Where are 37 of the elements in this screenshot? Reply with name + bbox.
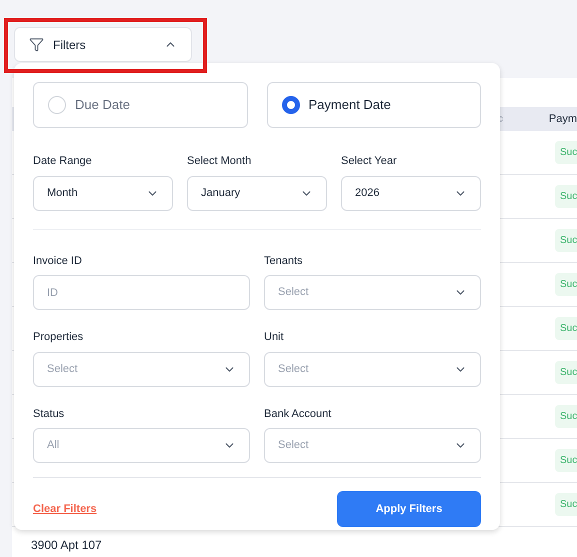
field-label: Unit [264, 330, 285, 345]
status-badge: Suc [555, 493, 577, 516]
status-badge: Suc [555, 405, 577, 428]
select-field[interactable]: 2026 [341, 176, 481, 210]
address-text: 3900 Apt 107 [31, 538, 102, 552]
select-field[interactable]: Month [33, 176, 173, 210]
radio-selected-icon [282, 96, 300, 114]
input-field[interactable]: ID [33, 275, 250, 310]
select-field[interactable]: Select [33, 352, 250, 386]
field-label: Date Range [33, 154, 93, 169]
field-label: Properties [33, 330, 84, 345]
field-label: Select Month [187, 154, 252, 169]
select-field[interactable]: January [187, 176, 327, 210]
status-badge: Suc [555, 185, 577, 208]
status-badge: Suc [555, 317, 577, 340]
clear-filters-link[interactable]: Clear Filters [33, 500, 97, 518]
field-label: Invoice ID [33, 254, 83, 268]
status-badge: Suc [555, 449, 577, 472]
field-label: Status [33, 406, 66, 422]
date-type-option[interactable]: Payment Date [266, 82, 481, 128]
status-badge: Suc [555, 273, 577, 296]
filter-icon [29, 37, 44, 52]
field-label: Select Year [341, 154, 398, 169]
field-label: Bank Account [264, 406, 332, 422]
select-field[interactable]: Select [264, 428, 481, 463]
select-field[interactable]: Select [264, 275, 481, 310]
column-header: Paym [548, 112, 577, 127]
select-field[interactable]: All [33, 428, 250, 463]
status-badge: Suc [555, 229, 577, 252]
radio-icon [48, 96, 66, 114]
filters-button[interactable]: Filters [14, 27, 192, 62]
select-field[interactable]: Select [264, 352, 481, 386]
status-badge: Suc [555, 141, 577, 164]
apply-filters-button[interactable]: Apply Filters [337, 491, 481, 527]
status-badge: Suc [555, 361, 577, 384]
field-label: Tenants [264, 254, 304, 268]
date-type-option[interactable]: Due Date [33, 82, 248, 128]
